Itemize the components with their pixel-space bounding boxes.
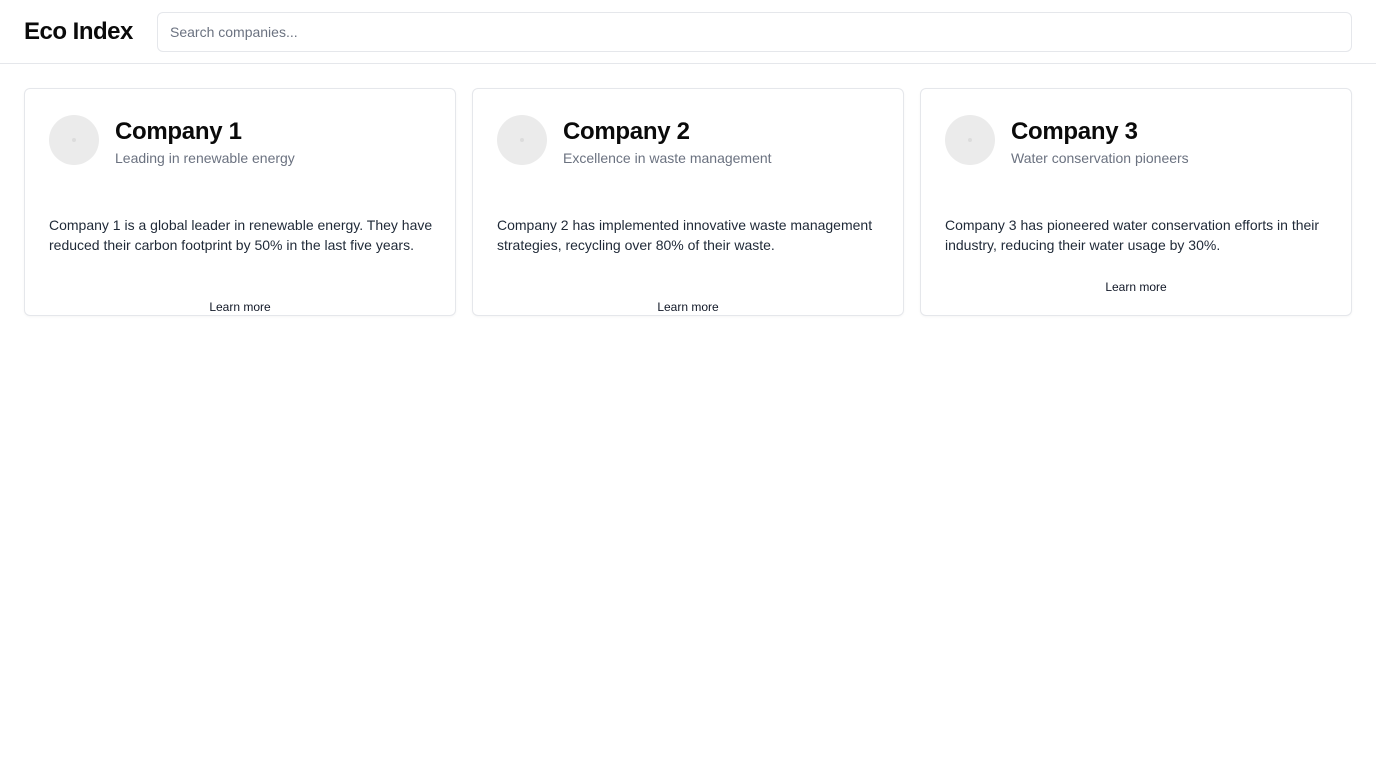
search-input[interactable] <box>157 12 1352 52</box>
learn-more-button[interactable]: Learn more <box>25 297 455 317</box>
company-description: Company 2 has implemented innovative was… <box>497 217 873 253</box>
company-logo-placeholder-icon <box>497 115 547 165</box>
company-name: Company 2 <box>563 118 690 145</box>
top-bar: Eco Index <box>0 0 1376 64</box>
company-card: Company 3 Water conservation pioneers Co… <box>920 88 1352 316</box>
company-tagline: Leading in renewable energy <box>115 150 295 166</box>
learn-more-button[interactable]: Learn more <box>473 297 903 317</box>
company-card-grid: Company 1 Leading in renewable energy Co… <box>24 88 1352 316</box>
company-logo-placeholder-icon <box>945 115 995 165</box>
company-logo-placeholder-icon <box>49 115 99 165</box>
company-tagline: Water conservation pioneers <box>1011 150 1189 166</box>
company-description: Company 3 has pioneered water conservati… <box>945 217 1320 253</box>
company-card: Company 2 Excellence in waste management… <box>472 88 904 316</box>
company-name: Company 3 <box>1011 118 1138 145</box>
company-tagline: Excellence in waste management <box>563 150 772 166</box>
company-description: Company 1 is a global leader in renewabl… <box>49 217 433 253</box>
company-name: Company 1 <box>115 118 242 145</box>
brand-logo-text[interactable]: Eco Index <box>24 16 133 48</box>
learn-more-button[interactable]: Learn more <box>921 277 1351 297</box>
company-card: Company 1 Leading in renewable energy Co… <box>24 88 456 316</box>
